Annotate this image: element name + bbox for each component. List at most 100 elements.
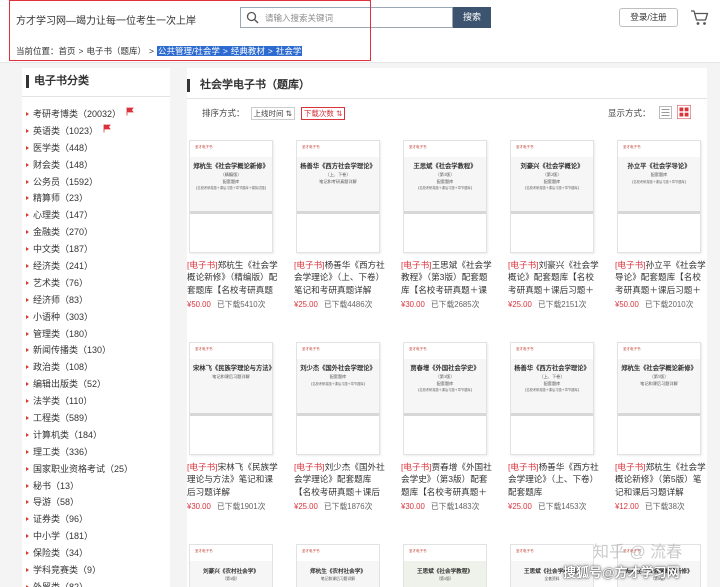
category-item[interactable]: 计算机类（184） [26, 427, 134, 444]
breadcrumb-public-admin[interactable]: 公共管理/社会学 [158, 46, 220, 56]
search-box[interactable] [240, 7, 453, 28]
book-title-link[interactable]: [电子书]郑杭生《社会学概论新修》（第5版）笔记和课后习题详解 [615, 461, 708, 498]
breadcrumb-home[interactable]: 首页 [59, 46, 76, 56]
cover-publisher: 圣才电子书 [302, 145, 320, 149]
cover-kind: 配套题库 [543, 380, 561, 386]
category-item[interactable]: 财会类（148） [26, 157, 134, 174]
search-button[interactable]: 搜索 [453, 7, 491, 28]
book-cover[interactable]: 圣才电子书 郑杭生《社会学概论新修》 （精编版） 配套题库 【名校考研真题＋课后习题＋章… [189, 140, 273, 253]
category-item[interactable]: 证券类（96） [26, 511, 134, 528]
category-item[interactable]: 艺术类（76） [26, 275, 134, 292]
book-cover[interactable]: 圣才电子书 刘豪兴《社会学概论》 （第2版） 配套题库 【名校考研真题＋课后习题＋章节题… [510, 140, 594, 253]
book-cover[interactable]: 圣才电子书 杨善华《西方社会学理论》 （上、下卷） 笔记和考研真题详解 [296, 140, 380, 253]
book-title-link[interactable]: [电子书]杨善华《西方社会学理论》（上、下卷）笔记和考研真题详解 [294, 259, 387, 296]
cover-stripe [404, 413, 486, 416]
category-item[interactable]: 导游（58） [26, 494, 134, 511]
category-item[interactable]: 外贸类（82） [26, 579, 134, 587]
cover-kind: 配套题库 [650, 172, 668, 177]
category-item[interactable]: 小语种（303） [26, 309, 134, 326]
cover-note: 【名校考研真题＋课后习题＋章节题库】 [416, 388, 474, 392]
hot-flag-icon [126, 107, 134, 116]
book-cover[interactable]: 圣才电子书 郑杭生《农村社会学》 笔记和课后习题详解 [296, 544, 380, 587]
cover-kind: 配套题库 [222, 178, 240, 184]
book-cover[interactable]: 圣才电子书 孙立平《社会学导论》 配套题库 【名校考研真题＋课后习题＋章节题库】 [617, 140, 701, 253]
book-cover[interactable]: 圣才电子书 宋林飞《民族学理论与方法》 笔记和课后习题详解 [189, 342, 273, 455]
book-price: ¥50.00 [615, 300, 639, 309]
bullet-icon [26, 500, 29, 505]
cover-title: 刘少杰《国外社会学理论》 [300, 365, 376, 372]
cover-subtitle: 笔记和课后习题详解 [320, 577, 356, 581]
book-card: 圣才电子书 杨善华《西方社会学理论》 （上、下卷） 配套题库 【名校考研真题＋课后习题＋… [508, 342, 603, 517]
book-cover[interactable]: 圣才电子书 王思斌《社会学教程》 （第3版） 配套题库 【名校考研真题＋课后习题＋章节题… [403, 140, 487, 253]
category-item[interactable]: 精算师（23） [26, 190, 134, 207]
breadcrumb-ebooks[interactable]: 电子书（题库） [87, 46, 147, 56]
book-price: ¥30.00 [187, 502, 211, 511]
grid-view-icon[interactable] [677, 105, 691, 119]
category-item[interactable]: 英语类（1023） [26, 123, 134, 140]
category-item[interactable]: 中小学（181） [26, 528, 134, 545]
category-label: 理工类（336） [33, 446, 94, 457]
download-count: 已下载2685次 [430, 300, 480, 309]
category-item[interactable]: 保险类（34） [26, 545, 134, 562]
book-card: 圣才电子书 孙立平《社会学导论》 配套题库 【名校考研真题＋课后习题＋章节题库】 [电子… [615, 140, 710, 315]
category-item[interactable]: 经济类（241） [26, 258, 134, 275]
category-item[interactable]: 金融类（270） [26, 224, 134, 241]
book-cover[interactable]: 圣才电子书 刘豪兴《农村社会学》 （第3版） [189, 544, 273, 587]
sort-by-date-button[interactable]: 上线时间 ⇅ [250, 107, 295, 120]
category-item[interactable]: 编辑出版类（52） [26, 376, 134, 393]
category-label: 考研考博类（20032） [33, 109, 122, 119]
bullet-icon [26, 449, 29, 454]
download-count: 已下载1483次 [430, 502, 480, 511]
category-item[interactable]: 心理类（147） [26, 207, 134, 224]
book-cover[interactable]: 圣才电子书 贾春增《外国社会学史》 （第3版） 配套题库 【名校考研真题＋课后习题＋章节… [403, 342, 487, 455]
book-cover[interactable]: 圣才电子书 王思斌《社会学教程》 （第3版） [403, 544, 487, 587]
bullet-icon [26, 314, 29, 319]
book-title-link[interactable]: [电子书]贾春增《外国社会学史》（第3版）配套题库【名校考研真题＋课后习题＋章节… [401, 461, 494, 498]
category-item[interactable]: 管理类（180） [26, 326, 134, 343]
breadcrumb-sociology[interactable]: 社会学 [276, 46, 302, 56]
ebook-tag: [电子书] [508, 462, 539, 472]
cover-title: 孙立平《社会学导论》 [627, 163, 691, 170]
search-input[interactable] [265, 11, 445, 24]
cover-title: 郑杭生《社会学概论新修》 [621, 365, 697, 372]
login-register-button[interactable]: 登录/注册 [619, 8, 678, 27]
cover-stripe [404, 211, 486, 214]
book-cover[interactable]: 圣才电子书 郑杭生《社会学概论新修》 （第5版） 笔记和课后习题详解 [617, 342, 701, 455]
list-view-icon[interactable] [659, 106, 672, 119]
category-item[interactable]: 公务员（1592） [26, 174, 134, 191]
site-slogan[interactable]: 方才学习网—竭力让每一位考生一次上岸 [16, 12, 196, 27]
breadcrumb-prefix: 当前位置： [16, 46, 59, 56]
category-item[interactable]: 理工类（336） [26, 444, 134, 461]
breadcrumb-classic[interactable]: 经典教材 [231, 46, 265, 56]
book-price: ¥30.00 [401, 300, 425, 309]
cover-title: 王思斌《社会学教程》 [413, 163, 477, 170]
book-title-link[interactable]: [电子书]杨善华《西方社会学理论》（上、下卷）配套题库 [508, 461, 601, 498]
category-item[interactable]: 工程类（589） [26, 410, 134, 427]
cover-publisher: 圣才电子书 [195, 145, 213, 149]
book-title-link[interactable]: [电子书]郑杭生《社会学概论新修》（精编版）配套题库【名校考研真题＋课后习题＋章… [187, 259, 280, 296]
category-item[interactable]: 秘书（13） [26, 478, 134, 495]
cover-title: 杨善华《西方社会学理论》 [514, 365, 590, 372]
category-item[interactable]: 国家职业资格考试（25） [26, 461, 134, 478]
book-title-link[interactable]: [电子书]王思斌《社会学教程》（第3版）配套题库【名校考研真题＋课后习题＋章节题… [401, 259, 494, 296]
cart-icon[interactable] [688, 8, 712, 27]
book-title-link[interactable]: [电子书]宋林飞《民族学理论与方法》笔记和课后习题详解 [187, 461, 280, 498]
category-item[interactable]: 新闻传播类（130） [26, 342, 134, 359]
book-title-link[interactable]: [电子书]孙立平《社会学导论》配套题库【名校考研真题＋课后习题＋章节题库】 [615, 259, 708, 296]
cover-title: 贾春增《外国社会学史》 [410, 365, 480, 372]
category-item[interactable]: 经济师（83） [26, 292, 134, 309]
category-item[interactable]: 中文类（187） [26, 241, 134, 258]
book-cover[interactable]: 圣才电子书 杨善华《西方社会学理论》 （上、下卷） 配套题库 【名校考研真题＋课后习题＋… [510, 342, 594, 455]
category-item[interactable]: 学科竞赛类（9） [26, 562, 134, 579]
category-item[interactable]: 医学类（448） [26, 140, 134, 157]
category-item[interactable]: 政治类（108） [26, 359, 134, 376]
category-item[interactable]: 考研考博类（20032） [26, 106, 134, 123]
cover-publisher: 圣才电子书 [623, 145, 641, 149]
book-title-link[interactable]: [电子书]刘豪兴《社会学概论》配套题库【名校考研真题＋课后习题＋章节题库】 [508, 259, 601, 296]
bullet-icon [26, 348, 29, 353]
book-cover[interactable]: 圣才电子书 刘少杰《国外社会学理论》 配套题库 【名校考研真题＋课后习题＋章节题库】 [296, 342, 380, 455]
book-meta: ¥50.00 已下载5410次 [187, 300, 282, 310]
book-title-link[interactable]: [电子书]刘少杰《国外社会学理论》配套题库【名校考研真题＋课后习题＋章节题库】 [294, 461, 387, 498]
category-item[interactable]: 法学类（110） [26, 393, 134, 410]
sort-by-downloads-button[interactable]: 下载次数 ⇅ [300, 107, 346, 120]
